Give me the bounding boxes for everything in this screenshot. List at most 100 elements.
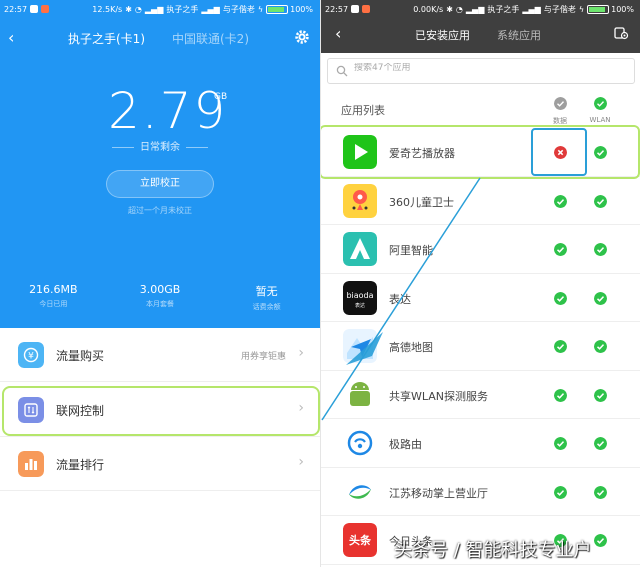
remaining-data-label: 日常剩余 (0, 138, 320, 153)
signal-icon: ▂▄▆ (144, 4, 164, 14)
app-name: 江苏移动掌上营业厅 (389, 486, 488, 500)
stat-balance: 暂无 话费余额 (252, 285, 281, 311)
app-name: 共享WLAN探测服务 (389, 389, 489, 403)
data-toggle-on-icon[interactable] (554, 194, 567, 208)
back-icon[interactable]: ‹ (335, 24, 341, 43)
signal-icon-2: ▂▄▆ (522, 4, 541, 14)
tab-installed-apps[interactable]: 已安装应用 (415, 27, 470, 43)
battery-icon (266, 4, 289, 14)
search-icon (336, 65, 348, 77)
stat-today-used: 216.6MB 今日已用 (29, 283, 78, 308)
right-phone-screen: 22:57 0.00K/s ✱ ◔ ▂▄▆ 执子之手 ▂▄▆ 与子偕老 ϟ 10… (320, 0, 640, 567)
wlan-toggle-on-icon[interactable] (594, 388, 607, 402)
status-time: 22:57 (325, 4, 349, 14)
wlan-toggle-on-icon[interactable] (594, 485, 607, 499)
svg-text:头条: 头条 (349, 533, 372, 547)
app-tabs-header: ‹ 已安装应用 系统应用 (321, 22, 640, 50)
app-list: 爱奇艺播放器 360儿童卫士 阿里智能 biaoda 表达 表达 高德地图 共享WLAN探测服… (321, 128, 640, 565)
tab-sim1[interactable]: 执子之手(卡1) (68, 30, 145, 47)
battery-level: 100% (611, 4, 634, 14)
highlight-network-control (2, 386, 320, 436)
app-header: 22:57 0.00K/s ✱ ◔ ▂▄▆ 执子之手 ▂▄▆ 与子偕老 ϟ 10… (321, 0, 640, 53)
highlight-iqiyi-row (321, 125, 640, 179)
column-wlan[interactable]: WLAN (580, 95, 620, 124)
amap-icon (343, 329, 377, 363)
notification-icon (351, 5, 360, 13)
data-toggle-on-icon[interactable] (554, 340, 567, 353)
usage-stats: 216.6MB 今日已用 3.00GB 本月套餐 暂无 话费余额 (0, 283, 320, 312)
ali-smart-icon (343, 232, 377, 266)
data-toggle-on-icon[interactable] (554, 437, 567, 450)
calibrate-button[interactable]: 立即校正 (106, 170, 214, 198)
app-name: 极路由 (389, 438, 422, 451)
status-carrier-2: 与子偕老 (222, 4, 255, 14)
data-toggle-on-icon[interactable] (554, 291, 567, 305)
bar-chart-icon (18, 451, 44, 477)
status-carrier-1: 执子之手 (487, 4, 520, 14)
signal-icon-2: ▂▄▆ (201, 4, 220, 14)
status-carrier-1: 执子之手 (166, 4, 199, 14)
back-icon[interactable]: ‹ (8, 28, 14, 47)
child-guard-icon (343, 183, 377, 218)
app-row: 极路由 (321, 419, 640, 468)
calibrate-note: 超过一个月未校正 (128, 206, 192, 215)
stat-monthly-plan: 3.00GB 本月套餐 (139, 283, 181, 308)
app-notification-icon (41, 5, 50, 13)
app-row: 江苏移动掌上营业厅 (321, 468, 640, 516)
data-usage-panel: 22:57 12.5K/s ✱ ◔ ▂▄▆ 执子之手 ▂▄▆ 与子偕老 ϟ 10… (0, 0, 320, 328)
search-bar[interactable] (327, 58, 635, 84)
wlan-toggle-on-icon[interactable] (594, 437, 607, 450)
gear-icon[interactable] (294, 29, 310, 45)
wlan-toggle-on-icon[interactable] (594, 243, 607, 256)
tab-sim2[interactable]: 中国联通(卡2) (172, 30, 249, 47)
wifi-icon: ◔ (455, 4, 463, 14)
search-input[interactable] (354, 63, 614, 73)
biaoda-icon: biaoda 表达 (343, 280, 377, 315)
battery-icon (587, 4, 610, 14)
notification-icon (30, 5, 39, 13)
check-all-data-icon (553, 97, 567, 110)
chevron-right-icon: › (298, 454, 304, 470)
wlan-toggle-on-icon[interactable] (594, 291, 607, 305)
wlan-toggle-on-icon[interactable] (594, 534, 607, 547)
app-name: 表达 (389, 292, 411, 306)
app-list-title: 应用列表 (341, 104, 385, 117)
settings-icon[interactable] (613, 25, 629, 41)
wlan-toggle-on-icon[interactable] (594, 194, 607, 208)
hiwifi-icon (343, 426, 377, 460)
status-speed: 12.5K/s (92, 4, 123, 14)
menu-item-data-ranking[interactable]: 流量排行 › (0, 437, 320, 491)
android-icon (343, 377, 377, 412)
data-toggle-on-icon[interactable] (554, 485, 567, 499)
app-row: 共享WLAN探测服务 (321, 371, 640, 419)
menu-item-buy-data[interactable]: ¥ 流量购买 用券享钜惠 › (0, 328, 320, 382)
signal-icon: ▂▄▆ (465, 4, 485, 14)
status-carrier-2: 与子偕老 (543, 4, 576, 14)
chevron-right-icon: › (298, 345, 304, 361)
svg-text:¥: ¥ (28, 352, 34, 362)
status-bar: 22:57 12.5K/s ✱ ◔ ▂▄▆ 执子之手 ▂▄▆ 与子偕老 ϟ 10… (0, 0, 320, 18)
data-toggle-on-icon[interactable] (554, 388, 567, 402)
column-data[interactable]: 数据 (540, 95, 580, 126)
app-name: 阿里智能 (389, 244, 433, 257)
app-notification-icon (362, 5, 371, 13)
svg-text:表达: 表达 (355, 302, 365, 309)
status-time: 22:57 (4, 4, 28, 14)
bluetooth-icon: ✱ (446, 4, 453, 14)
watermark: 头条号 / 智能科技专业户 (394, 540, 592, 561)
tab-system-apps[interactable]: 系统应用 (497, 27, 541, 43)
wlan-toggle-on-icon[interactable] (594, 340, 607, 353)
status-bar: 22:57 0.00K/s ✱ ◔ ▂▄▆ 执子之手 ▂▄▆ 与子偕老 ϟ 10… (321, 0, 640, 18)
battery-level: 100% (290, 4, 313, 14)
remaining-data-value: 2.79 (108, 82, 228, 140)
menu-item-label: 流量排行 (56, 458, 105, 472)
left-phone-screen: 22:57 12.5K/s ✱ ◔ ▂▄▆ 执子之手 ▂▄▆ 与子偕老 ϟ 10… (0, 0, 320, 567)
remaining-data-unit: GB (214, 92, 228, 102)
charging-icon: ϟ (257, 4, 264, 14)
menu-item-hint: 用券享钜惠 (240, 352, 286, 362)
charging-icon: ϟ (578, 4, 585, 14)
svg-text:biaoda: biaoda (346, 291, 373, 300)
bluetooth-icon: ✱ (125, 4, 132, 14)
data-toggle-on-icon[interactable] (554, 243, 567, 256)
china-mobile-icon (343, 474, 377, 509)
